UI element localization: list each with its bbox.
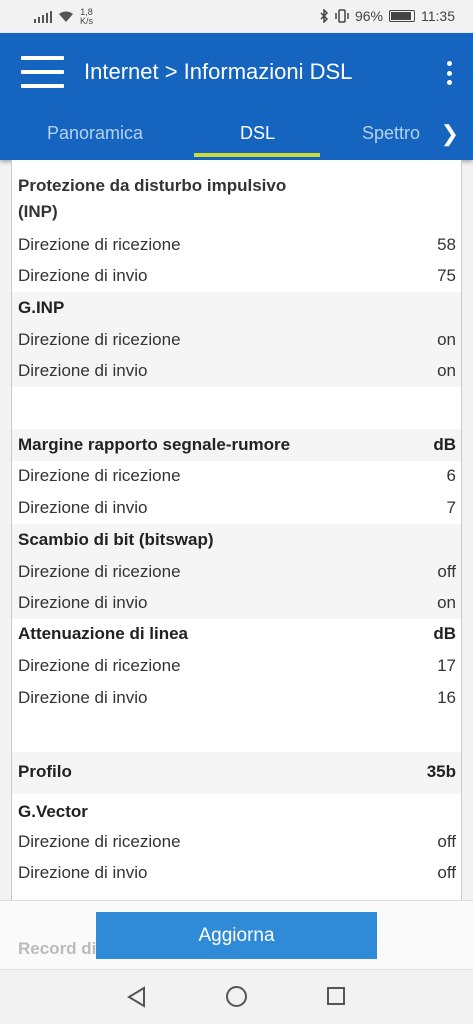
row-label: Direzione di invio <box>18 688 148 707</box>
row-label: Direzione di ricezione <box>18 235 181 254</box>
row-label: Direzione di ricezione <box>18 330 181 349</box>
dsl-info-list: Protezione da disturbo impulsivo (INP) D… <box>11 160 462 900</box>
tab-spettro[interactable]: Spettro <box>362 123 420 144</box>
row-value: 6 <box>446 466 456 485</box>
row-label: Attenuazione di linea <box>18 624 189 643</box>
table-row: Direzione di invio on <box>12 587 461 619</box>
clock: 11:35 <box>421 8 455 24</box>
row-value: 17 <box>437 656 456 675</box>
record-label: Record di <box>18 939 97 958</box>
update-button[interactable]: Aggiorna <box>96 912 377 959</box>
row-value: off <box>437 832 456 851</box>
row-value: on <box>437 593 456 612</box>
row-value: 16 <box>437 688 456 707</box>
section-header: Attenuazione di linea dB <box>12 618 461 650</box>
table-row: Direzione di ricezione off <box>12 555 461 587</box>
section-header: G.Vector <box>12 794 461 826</box>
tab-panoramica[interactable]: Panoramica <box>47 123 143 144</box>
tab-dsl[interactable]: DSL <box>240 123 275 144</box>
row-label: Profilo <box>18 762 72 781</box>
row-label: Direzione di invio <box>18 593 148 612</box>
section-header: G.INP <box>12 292 461 324</box>
table-row: Direzione di invio 7 <box>12 492 461 524</box>
active-tab-indicator <box>194 153 320 157</box>
row-label: Protezione da disturbo impulsivo <box>18 176 287 195</box>
wifi-icon <box>59 11 73 22</box>
table-row: Direzione di ricezione off <box>12 826 461 858</box>
chevron-right-icon[interactable]: ❯ <box>441 121 459 147</box>
recent-apps-icon[interactable] <box>327 987 345 1005</box>
row-label: Direzione di invio <box>18 361 148 380</box>
row-value: dB <box>433 435 456 454</box>
row-label: Direzione di ricezione <box>18 832 181 851</box>
row-label: Scambio di bit (bitswap) <box>18 530 214 549</box>
net-speed: 1,8 K/s <box>80 8 93 26</box>
status-left: 1,8 K/s <box>34 8 93 26</box>
row-label: Direzione di invio <box>18 498 148 517</box>
row-value: 75 <box>437 266 456 285</box>
table-row: Direzione di invio off <box>12 858 461 890</box>
row-label: Direzione di invio <box>18 863 148 882</box>
status-right: 96% 11:35 <box>319 8 455 24</box>
row-label: Direzione di ricezione <box>18 466 181 485</box>
net-speed-unit: K/s <box>80 16 94 26</box>
table-row: Direzione di invio 75 <box>12 260 461 292</box>
signal-icon <box>34 11 52 23</box>
status-bar: 1,8 K/s 96% 11:35 <box>0 0 473 33</box>
table-row: Direzione di ricezione 6 <box>12 460 461 492</box>
row-value: off <box>437 863 456 882</box>
row-value: 35b <box>426 762 456 781</box>
row-label: Margine rapporto segnale-rumore <box>18 435 291 454</box>
section-header: Scambio di bit (bitswap) <box>12 524 461 556</box>
row-label: G.Vector <box>18 802 88 821</box>
row-label: G.INP <box>18 298 65 317</box>
battery-percent: 96% <box>354 8 383 24</box>
row-label: Direzione di ricezione <box>18 656 181 675</box>
row-label: (INP) <box>18 202 58 221</box>
row-label: Direzione di ricezione <box>18 562 181 581</box>
list-item: (INP) <box>12 202 461 228</box>
row-value: off <box>437 562 456 581</box>
app-bar: Internet > Informazioni DSL Panoramica D… <box>0 33 473 160</box>
table-row: Direzione di invio 16 <box>12 682 461 714</box>
menu-icon[interactable] <box>21 56 64 88</box>
table-row: Direzione di ricezione 17 <box>12 650 461 682</box>
section-header: Profilo 35b <box>12 752 461 794</box>
row-value: dB <box>433 624 456 643</box>
back-icon[interactable] <box>126 986 148 1008</box>
row-value: 7 <box>446 498 456 517</box>
home-icon[interactable] <box>226 986 247 1007</box>
more-options-icon[interactable] <box>445 61 453 85</box>
section-header: Margine rapporto segnale-rumore dB <box>12 429 461 461</box>
tab-bar: Panoramica DSL Spettro ❯ <box>0 111 473 160</box>
row-value: on <box>437 361 456 380</box>
footer-bar: Record di Aggiorna <box>0 900 473 969</box>
table-row: Direzione di ricezione on <box>12 323 461 355</box>
table-row: Direzione di invio on <box>12 355 461 387</box>
bluetooth-icon <box>320 9 329 23</box>
table-row: Direzione di ricezione 58 <box>12 228 461 260</box>
row-value: 58 <box>437 235 456 254</box>
page-title: Internet > Informazioni DSL <box>84 59 353 84</box>
vibrate-icon <box>335 9 349 23</box>
row-value: on <box>437 330 456 349</box>
row-label: Direzione di invio <box>18 266 148 285</box>
list-item: Protezione da disturbo impulsivo <box>12 172 461 202</box>
battery-icon <box>389 10 415 22</box>
system-nav-bar <box>0 969 473 1024</box>
